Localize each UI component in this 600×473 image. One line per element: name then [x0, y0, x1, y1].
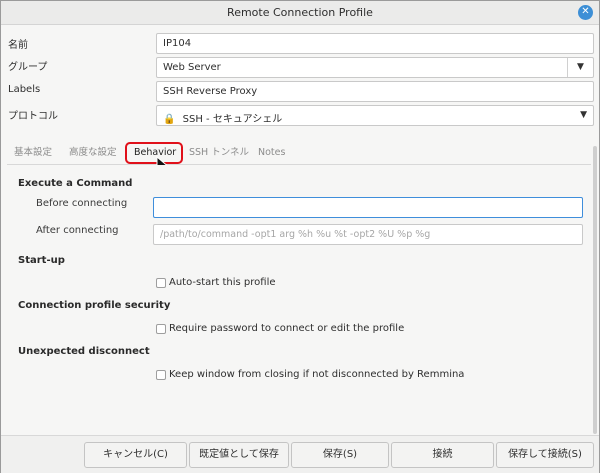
keep-window-label: Keep window from closing if not disconne… [169, 369, 465, 380]
protocol-label: プロトコル [8, 111, 58, 122]
startup-title: Start-up [18, 255, 65, 266]
group-combo[interactable]: Web Server ▼ [156, 57, 594, 78]
save-button[interactable]: 保存(S) [291, 442, 389, 468]
keep-window-checkbox[interactable] [156, 369, 166, 380]
tab-highlight-box [125, 142, 183, 164]
execute-command-title: Execute a Command [18, 178, 133, 189]
require-password-label: Require password to connect or edit the … [169, 323, 405, 334]
autostart-label: Auto-start this profile [169, 277, 276, 288]
require-password-row[interactable]: Require password to connect or edit the … [156, 323, 404, 334]
chevron-down-icon[interactable]: ▼ [567, 58, 593, 77]
protocol-value: SSH - セキュアシェル [182, 114, 283, 125]
disconnect-title: Unexpected disconnect [18, 346, 150, 357]
close-icon[interactable]: ✕ [578, 5, 593, 20]
keep-window-row[interactable]: Keep window from closing if not disconne… [156, 369, 464, 380]
chevron-down-icon[interactable]: ▼ [580, 106, 587, 125]
before-connecting-label: Before connecting [36, 198, 128, 209]
window-title: Remote Connection Profile [227, 6, 373, 19]
after-connecting-label: After connecting [36, 225, 119, 236]
autostart-checkbox[interactable] [156, 277, 166, 288]
save-as-default-button[interactable]: 既定値として保存 [189, 442, 289, 468]
security-title: Connection profile security [18, 300, 171, 311]
tab-notes[interactable]: Notes [258, 142, 285, 164]
tab-advanced[interactable]: 高度な設定 [69, 142, 117, 164]
labels-label: Labels [8, 84, 41, 95]
tab-ssh-tunnel[interactable]: SSH トンネル [189, 142, 249, 164]
group-label: グループ [8, 62, 48, 73]
tab-basic[interactable]: 基本設定 [14, 142, 52, 164]
lock-icon: 🔒 [163, 114, 176, 125]
scrollbar[interactable] [593, 146, 597, 434]
protocol-select[interactable]: 🔒 SSH - セキュアシェル ▼ [156, 105, 594, 126]
title-bar: Remote Connection Profile ✕ [1, 1, 599, 25]
group-value: Web Server [163, 62, 221, 73]
after-connecting-input[interactable]: /path/to/command -opt1 arg %h %u %t -opt… [153, 224, 583, 245]
labels-field[interactable]: SSH Reverse Proxy [156, 81, 594, 102]
dialog-window: Remote Connection Profile ✕ 名前 IP104 グルー… [0, 0, 600, 473]
name-label: 名前 [8, 40, 28, 51]
cancel-button[interactable]: キャンセル(C) [84, 442, 187, 468]
autostart-row[interactable]: Auto-start this profile [156, 277, 276, 288]
name-field[interactable]: IP104 [156, 33, 594, 54]
save-and-connect-button[interactable]: 保存して接続(S) [496, 442, 594, 468]
before-connecting-input[interactable] [153, 197, 583, 218]
require-password-checkbox[interactable] [156, 323, 166, 334]
connect-button[interactable]: 接続 [391, 442, 494, 468]
